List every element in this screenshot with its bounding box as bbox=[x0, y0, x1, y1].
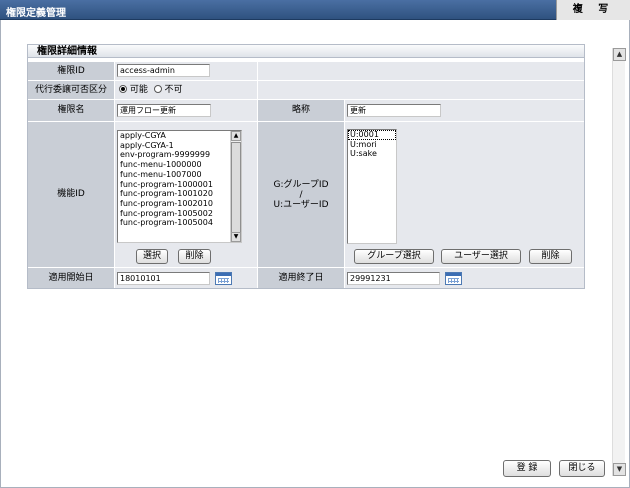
list-item[interactable]: func-program-1005004 bbox=[118, 218, 241, 228]
list-item[interactable]: env-program-9999999 bbox=[118, 150, 241, 160]
scroll-up-icon[interactable]: ▲ bbox=[613, 48, 626, 61]
close-button[interactable]: 閉じる bbox=[559, 460, 605, 477]
authority-name-label: 権限名 bbox=[28, 100, 114, 121]
function-select-button[interactable]: 選択 bbox=[136, 249, 168, 264]
copy-button[interactable]: 複 写 bbox=[556, 0, 630, 20]
abbreviation-label: 略称 bbox=[258, 100, 344, 121]
list-item[interactable]: U:mori bbox=[348, 140, 396, 150]
end-date-label: 適用終了日 bbox=[258, 268, 344, 288]
delegation-radio-group: 可能 不可 bbox=[115, 81, 257, 99]
delegation-option-impossible-label: 不可 bbox=[164, 85, 183, 95]
group-id-label-text: G:グループID bbox=[273, 180, 329, 190]
list-item[interactable]: apply-CGYA bbox=[118, 131, 241, 141]
function-id-label: 機能ID bbox=[28, 122, 114, 267]
vertical-scrollbar[interactable]: ▲ ▼ bbox=[612, 48, 626, 476]
start-date-label: 適用開始日 bbox=[28, 268, 114, 288]
list-item[interactable]: U:sake bbox=[348, 149, 396, 159]
group-select-button[interactable]: グループ選択 bbox=[354, 249, 434, 264]
listbox-scrollbar[interactable]: ▲ ▼ bbox=[230, 131, 241, 242]
delegation-radio-impossible[interactable] bbox=[153, 85, 162, 93]
scroll-thumb[interactable] bbox=[231, 142, 241, 242]
title-bar: 権限定義管理 複 写 bbox=[0, 0, 630, 20]
scroll-down-icon[interactable]: ▼ bbox=[613, 463, 626, 476]
group-user-id-label: G:グループID / U:ユーザーID bbox=[258, 122, 344, 267]
authority-id-label: 権限ID bbox=[28, 62, 114, 80]
empty-cell bbox=[258, 81, 584, 99]
register-button[interactable]: 登 録 bbox=[503, 460, 551, 477]
calendar-icon[interactable] bbox=[215, 272, 232, 285]
list-item[interactable]: func-program-1001020 bbox=[118, 189, 241, 199]
list-item[interactable]: func-program-1005002 bbox=[118, 209, 241, 219]
delegation-label: 代行委譲可否区分 bbox=[28, 81, 114, 99]
user-id-label-text: U:ユーザーID bbox=[273, 200, 329, 210]
scroll-down-icon[interactable]: ▼ bbox=[231, 232, 241, 242]
empty-cell bbox=[258, 62, 584, 80]
calendar-icon[interactable] bbox=[445, 272, 462, 285]
label-separator: / bbox=[299, 190, 303, 200]
list-item[interactable]: func-menu-1007000 bbox=[118, 170, 241, 180]
list-item[interactable]: apply-CGYA-1 bbox=[118, 141, 241, 151]
user-select-button[interactable]: ユーザー選択 bbox=[441, 249, 521, 264]
list-item[interactable]: func-menu-1000000 bbox=[118, 160, 241, 170]
list-item[interactable]: func-program-1002010 bbox=[118, 199, 241, 209]
scroll-up-icon[interactable]: ▲ bbox=[231, 131, 241, 141]
abbreviation-input[interactable]: 更新 bbox=[347, 104, 441, 117]
delegation-radio-possible[interactable] bbox=[119, 85, 127, 93]
authority-id-input[interactable]: access-admin bbox=[117, 64, 210, 77]
delegation-option-possible-label: 可能 bbox=[129, 85, 148, 95]
panel-title: 権限詳細情報 bbox=[28, 45, 584, 58]
group-user-delete-button[interactable]: 削除 bbox=[529, 249, 572, 264]
function-id-listbox[interactable]: apply-CGYA apply-CGYA-1 env-program-9999… bbox=[117, 130, 242, 243]
end-date-input[interactable]: 29991231 bbox=[347, 272, 440, 285]
function-delete-button[interactable]: 削除 bbox=[178, 249, 211, 264]
group-user-listbox[interactable]: U:0001 U:mori U:sake bbox=[347, 129, 397, 244]
start-date-input[interactable]: 18010101 bbox=[117, 272, 210, 285]
list-item[interactable]: U:0001 bbox=[348, 130, 396, 140]
window-title: 権限定義管理 bbox=[6, 8, 66, 19]
authority-name-input[interactable]: 運用フロー更新 bbox=[117, 104, 211, 117]
list-item[interactable]: func-program-1000001 bbox=[118, 180, 241, 190]
